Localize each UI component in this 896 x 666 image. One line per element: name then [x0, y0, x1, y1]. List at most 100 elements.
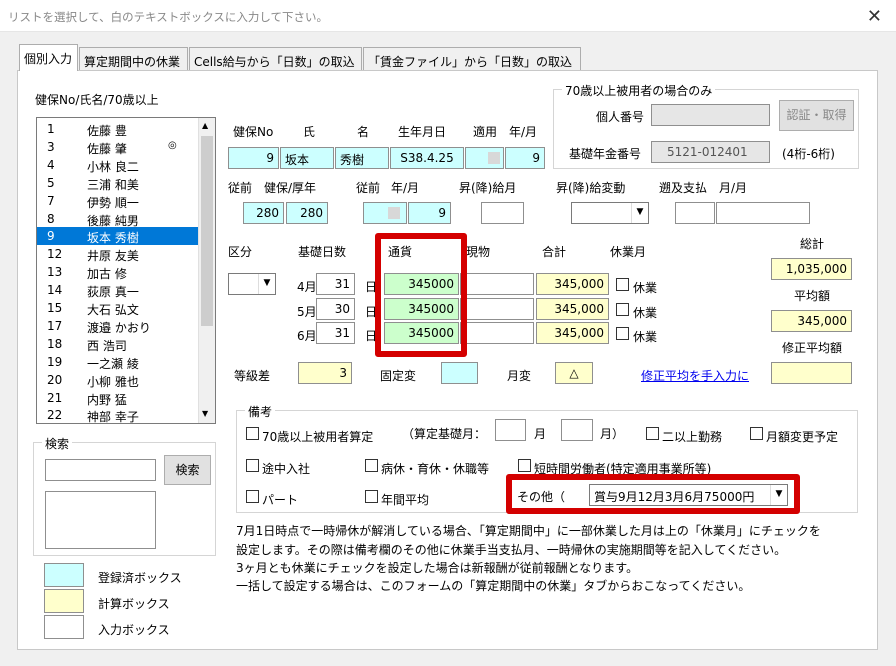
list-item[interactable]: 17 渡邉 かおり [37, 317, 199, 335]
pension-number-field[interactable]: 5121-012401 [651, 141, 770, 163]
part-label: パート [262, 493, 299, 507]
legend-registered-swatch [44, 563, 84, 587]
list-item-no: 1 [47, 122, 55, 136]
list-item[interactable]: 1 佐藤 豊 [37, 120, 199, 138]
retro-month-input[interactable] [675, 202, 715, 224]
list-item-name: 佐藤 豊 [87, 124, 127, 138]
annual-avg-checkbox[interactable] [365, 490, 378, 503]
list-item[interactable]: 19 一之瀬 綾 [37, 353, 199, 371]
close-icon[interactable]: ✕ [867, 6, 882, 27]
personal-number-label: 個人番号 [596, 110, 645, 124]
list-item-name: 小柳 雅也 [87, 374, 139, 389]
chevron-down-icon: ▼ [631, 203, 648, 223]
leave-month-checkbox[interactable] [616, 327, 629, 340]
mid-join-checkbox[interactable] [246, 459, 259, 472]
list-item-no: 3 [47, 139, 55, 154]
over70-legend: 70歳以上被用者の場合のみ [562, 82, 716, 99]
search-result-box[interactable] [45, 491, 156, 549]
list-item-name: 西 浩司 [87, 338, 127, 353]
retro-month2-input[interactable] [716, 202, 810, 224]
base-month-unit: 月 [534, 427, 547, 441]
prev-month-field: 9 [408, 202, 451, 224]
note-line-3: 3ヶ月とも休業にチェックを設定した場合は新報酬が従前報酬となります。 [236, 561, 639, 575]
pay-month-label: 6月 [297, 329, 317, 343]
search-button[interactable]: 検索 [164, 455, 211, 485]
list-item-no: 15 [47, 301, 63, 315]
short-time-checkbox[interactable] [518, 459, 531, 472]
list-item[interactable]: 12 井原 友美 [37, 245, 199, 263]
pension-number-label: 基礎年金番号 [569, 147, 642, 161]
list-item-no: 18 [47, 336, 63, 351]
list-item-name: 三浦 和美 [87, 177, 139, 192]
retro-ym-label: 月/月 [719, 181, 748, 195]
list-item[interactable]: 8 後藤 純男 [37, 210, 199, 228]
list-item[interactable]: 20 小柳 雅也 [37, 371, 199, 389]
header-mei-label: 名 [357, 125, 370, 139]
personal-number-field[interactable] [651, 104, 770, 126]
search-input[interactable] [45, 459, 156, 481]
annual-avg-label: 年間平均 [381, 493, 430, 507]
inkind-input[interactable] [460, 273, 534, 295]
pay-month-label: 5月 [297, 305, 317, 319]
note-line-1: 7月1日時点で一時帰休が解消している場合、「算定期間中」に一部休業した月は上の「… [236, 524, 821, 538]
list-item[interactable]: 14 荻原 真一 [37, 281, 199, 299]
tab-leave-period[interactable]: 算定期間中の休業 [79, 47, 188, 71]
base-month-input-2[interactable] [561, 419, 593, 441]
birth-date-field: S38.4.25 [390, 147, 464, 169]
base-month-input-1[interactable] [495, 419, 526, 441]
leave-month-checkbox[interactable] [616, 303, 629, 316]
list-item[interactable]: 18 西 浩司 [37, 335, 199, 353]
two-work-checkbox[interactable] [646, 427, 659, 440]
list-item[interactable]: 15 大石 弘文 [37, 299, 199, 317]
total-label: 合計 [542, 245, 567, 259]
list-item[interactable]: 22 神部 幸子 [37, 406, 199, 423]
list-item-name: 加古 修 [87, 267, 127, 282]
amount-change-checkbox[interactable] [750, 427, 763, 440]
base-days-input[interactable]: 31 [316, 322, 355, 344]
list-item[interactable]: 21 内野 猛 [37, 389, 199, 407]
tab-individual-input[interactable]: 個別入力 [19, 44, 78, 71]
sick-leave-checkbox[interactable] [365, 459, 378, 472]
base-month-close: 月） [600, 427, 625, 441]
list-item[interactable]: 3 佐藤 肇 ◎ [37, 138, 199, 156]
leave-month-checkbox[interactable] [616, 278, 629, 291]
base-days-input[interactable]: 30 [316, 298, 355, 320]
remarks-legend: 備考 [245, 403, 276, 420]
base-days-input[interactable]: 31 [316, 273, 355, 295]
corrected-average-field[interactable] [771, 362, 852, 384]
list-item-no: 19 [47, 354, 63, 369]
grade-diff-label: 等級差 [234, 369, 271, 383]
manual-average-link[interactable]: 修正平均を手入力に [641, 367, 749, 384]
tab-cells-import[interactable]: Cells給与から「日数」の取込 [189, 47, 362, 71]
prev-year-field [363, 202, 407, 224]
list-item[interactable]: 13 加古 修 [37, 263, 199, 281]
scroll-down-icon[interactable]: ▼ [202, 409, 208, 418]
pension-number-hint: (4桁-6桁) [782, 147, 835, 161]
list-scrollbar[interactable]: ▲ ▼ [198, 118, 215, 423]
month-change-label: 月変 [507, 369, 532, 383]
scroll-up-icon[interactable]: ▲ [202, 121, 208, 130]
apply-month-field: 9 [505, 147, 545, 169]
auth-button[interactable]: 認証・取得 [779, 100, 854, 131]
list-item[interactable]: 7 伊勢 順一 [37, 192, 199, 210]
employee-listbox[interactable]: 1 佐藤 豊 3 佐藤 肇 ◎ 4 小林 良二 5 三浦 和美 7 伊勢 順一 8 後藤 純男 9 坂本 秀… [36, 117, 216, 424]
inkind-input[interactable] [460, 322, 534, 344]
list-header: 健保No/氏名/70歳以上 [35, 93, 159, 107]
inkind-input[interactable] [460, 298, 534, 320]
list-item[interactable]: 5 三浦 和美 [37, 174, 199, 192]
over70-checkbox[interactable] [246, 427, 259, 440]
scroll-thumb[interactable] [201, 136, 213, 326]
list-item-no: 9 [47, 229, 55, 244]
raise-pay-month-label: 昇(降)給月 [459, 181, 517, 195]
raise-pay-month-input[interactable] [481, 202, 524, 224]
tab-wage-file-import[interactable]: 「賃金ファイル」から「日数」の取込 [363, 47, 581, 71]
retro-pay-label: 遡及支払 [659, 181, 708, 195]
list-item[interactable]: 9 坂本 秀樹 [37, 227, 199, 246]
kubun-dropdown[interactable]: ▼ [228, 273, 276, 295]
list-item[interactable]: 4 小林 良二 [37, 156, 199, 174]
leave-month-check-label: 休業 [633, 281, 658, 295]
note-line-4: 一括して設定する場合は、このフォームの「算定期間中の休業」タブからおこなってくだ… [236, 579, 751, 593]
part-checkbox[interactable] [246, 490, 259, 503]
surname-field: 坂本 [280, 147, 334, 169]
raise-change-dropdown[interactable]: ▼ [571, 202, 649, 224]
